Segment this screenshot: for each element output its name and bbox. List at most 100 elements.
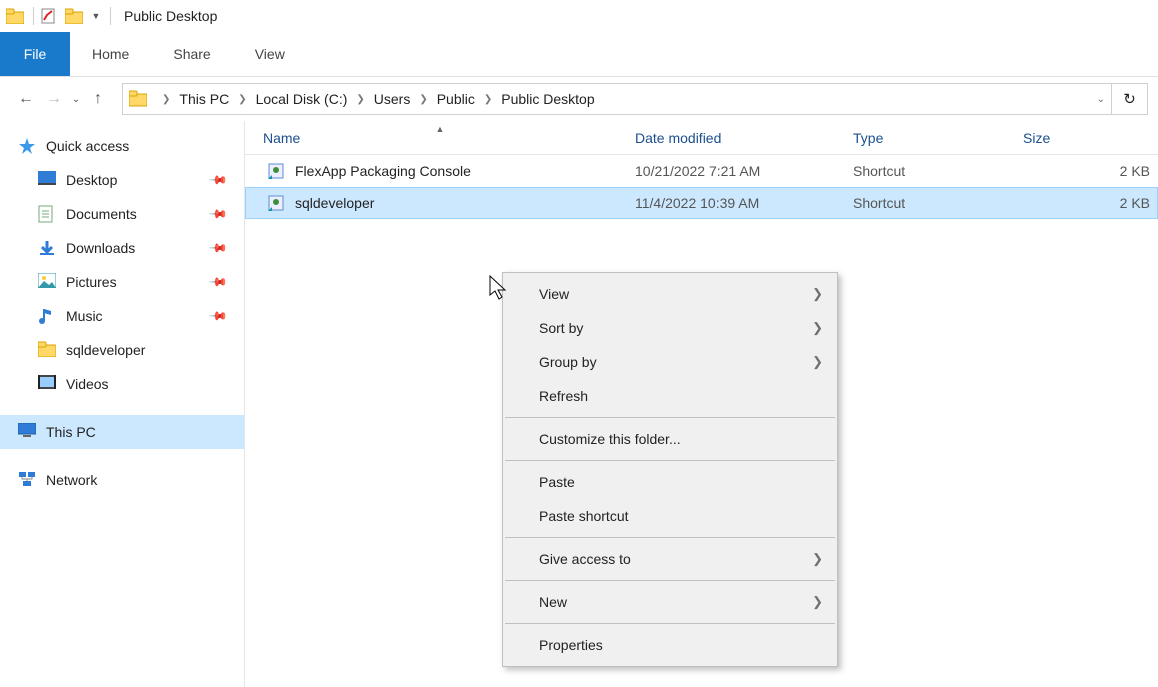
path-seg-users[interactable]: Users bbox=[372, 91, 413, 107]
context-menu-item[interactable]: Refresh bbox=[503, 379, 837, 413]
file-type: Shortcut bbox=[853, 163, 1023, 179]
path-seg-public-desktop[interactable]: Public Desktop bbox=[499, 91, 596, 107]
sidebar-item-label: sqldeveloper bbox=[66, 342, 145, 358]
titlebar-divider bbox=[33, 7, 34, 25]
chevron-right-icon: ❯ bbox=[812, 286, 823, 302]
context-menu-item[interactable]: Properties bbox=[503, 628, 837, 662]
videos-icon bbox=[38, 375, 56, 393]
context-menu-item[interactable]: New ❯ bbox=[503, 585, 837, 619]
quick-access-group[interactable]: Quick access bbox=[0, 129, 244, 163]
column-header-name[interactable]: ▲ Name bbox=[245, 130, 635, 146]
context-menu-label: Sort by bbox=[539, 320, 583, 336]
titlebar-folder-icon bbox=[4, 5, 26, 27]
context-menu-label: Give access to bbox=[539, 551, 631, 567]
folder-icon bbox=[38, 341, 56, 359]
shortcut-icon bbox=[267, 162, 285, 180]
context-menu-label: Group by bbox=[539, 354, 597, 370]
path-sep-icon[interactable]: ❯ bbox=[155, 94, 177, 105]
context-menu-separator bbox=[505, 537, 835, 538]
file-tab[interactable]: File bbox=[0, 32, 70, 76]
file-row[interactable]: sqldeveloper11/4/2022 10:39 AMShortcut2 … bbox=[245, 187, 1158, 219]
column-header-type[interactable]: Type bbox=[853, 130, 1023, 146]
column-header-size[interactable]: Size bbox=[1023, 130, 1158, 146]
address-bar[interactable]: ❯ This PC ❯ Local Disk (C:) ❯ Users ❯ Pu… bbox=[122, 83, 1112, 115]
pin-icon: 📌 bbox=[208, 204, 228, 224]
chevron-right-icon: ❯ bbox=[812, 320, 823, 336]
nav-recent-dropdown[interactable]: ⌄ bbox=[68, 85, 84, 113]
context-menu-label: Refresh bbox=[539, 388, 588, 404]
context-menu-item[interactable]: Customize this folder... bbox=[503, 422, 837, 456]
address-history-dropdown[interactable]: ⌄ bbox=[1097, 94, 1105, 105]
documents-icon bbox=[38, 205, 56, 223]
tab-view[interactable]: View bbox=[233, 32, 307, 76]
context-menu-item[interactable]: Sort by ❯ bbox=[503, 311, 837, 345]
file-rows: FlexApp Packaging Console10/21/2022 7:21… bbox=[245, 155, 1158, 219]
path-sep-icon[interactable]: ❯ bbox=[412, 94, 434, 105]
context-menu-label: Paste bbox=[539, 474, 575, 490]
tab-share[interactable]: Share bbox=[151, 32, 232, 76]
path-seg-public[interactable]: Public bbox=[435, 91, 477, 107]
sidebar-item-desktop[interactable]: Desktop 📌 bbox=[0, 163, 244, 197]
chevron-right-icon: ❯ bbox=[812, 354, 823, 370]
pin-icon: 📌 bbox=[208, 272, 228, 292]
sidebar-item-label: Downloads bbox=[66, 240, 135, 256]
path-sep-icon[interactable]: ❯ bbox=[477, 94, 499, 105]
sidebar-item-sqldeveloper[interactable]: sqldeveloper bbox=[0, 333, 244, 367]
context-menu-item[interactable]: Give access to ❯ bbox=[503, 542, 837, 576]
context-menu-label: Properties bbox=[539, 637, 603, 653]
titlebar-divider-2 bbox=[110, 7, 111, 25]
sidebar-item-label: Music bbox=[66, 308, 103, 324]
sidebar-item-videos[interactable]: Videos bbox=[0, 367, 244, 401]
column-headers: ▲ Name Date modified Type Size bbox=[245, 121, 1158, 155]
star-icon bbox=[18, 137, 36, 155]
sidebar-item-label: Documents bbox=[66, 206, 137, 222]
qat-newfolder-icon[interactable] bbox=[63, 5, 85, 27]
pictures-icon bbox=[38, 273, 56, 291]
network-label: Network bbox=[46, 472, 97, 488]
path-sep-icon[interactable]: ❯ bbox=[349, 94, 371, 105]
file-type: Shortcut bbox=[853, 195, 1023, 211]
context-menu-separator bbox=[505, 460, 835, 461]
path-seg-local-disk[interactable]: Local Disk (C:) bbox=[254, 91, 350, 107]
pin-icon: 📌 bbox=[208, 170, 228, 190]
refresh-button[interactable]: ↻ bbox=[1112, 83, 1148, 115]
qat-customize-icon[interactable]: ▼ bbox=[89, 5, 103, 27]
sidebar-item-label: Desktop bbox=[66, 172, 117, 188]
tab-home[interactable]: Home bbox=[70, 32, 151, 76]
sidebar-item-downloads[interactable]: Downloads 📌 bbox=[0, 231, 244, 265]
sidebar-item-label: Videos bbox=[66, 376, 109, 392]
chevron-right-icon: ❯ bbox=[812, 551, 823, 567]
context-menu-label: New bbox=[539, 594, 567, 610]
context-menu-separator bbox=[505, 417, 835, 418]
context-menu-item[interactable]: View❯ bbox=[503, 277, 837, 311]
pin-icon: 📌 bbox=[208, 238, 228, 258]
this-pc-label: This PC bbox=[46, 424, 96, 440]
nav-forward-button[interactable]: → bbox=[40, 85, 68, 113]
file-date: 11/4/2022 10:39 AM bbox=[635, 195, 853, 211]
chevron-right-icon: ❯ bbox=[812, 594, 823, 610]
sidebar-item-music[interactable]: Music 📌 bbox=[0, 299, 244, 333]
path-sep-icon[interactable]: ❯ bbox=[231, 94, 253, 105]
context-menu-item[interactable]: Paste shortcut bbox=[503, 499, 837, 533]
file-row[interactable]: FlexApp Packaging Console10/21/2022 7:21… bbox=[245, 155, 1158, 187]
context-menu-item[interactable]: Group by ❯ bbox=[503, 345, 837, 379]
quick-access-label: Quick access bbox=[46, 138, 129, 154]
sidebar-item-documents[interactable]: Documents 📌 bbox=[0, 197, 244, 231]
context-menu-label: Paste shortcut bbox=[539, 508, 629, 524]
context-menu-label: Customize this folder... bbox=[539, 431, 681, 447]
network-icon bbox=[18, 471, 36, 489]
path-seg-this-pc[interactable]: This PC bbox=[177, 91, 231, 107]
qat-properties-icon[interactable] bbox=[37, 5, 59, 27]
window-title: Public Desktop bbox=[124, 8, 217, 24]
nav-back-button[interactable]: ← bbox=[12, 85, 40, 113]
context-menu-item[interactable]: Paste bbox=[503, 465, 837, 499]
sidebar-item-this-pc[interactable]: This PC bbox=[0, 415, 244, 449]
desktop-icon bbox=[38, 171, 56, 189]
column-header-date[interactable]: Date modified bbox=[635, 130, 853, 146]
nav-up-button[interactable]: ↑ bbox=[84, 85, 112, 113]
sidebar-item-network[interactable]: Network bbox=[0, 463, 244, 497]
sidebar-item-pictures[interactable]: Pictures 📌 bbox=[0, 265, 244, 299]
ribbon-tabs: File Home Share View bbox=[0, 32, 1158, 77]
context-menu: View❯ Sort by ❯ Group by ❯ Refresh Customize t… bbox=[502, 272, 838, 667]
navigation-pane: Quick access Desktop 📌 Documents 📌 Downl… bbox=[0, 121, 245, 687]
